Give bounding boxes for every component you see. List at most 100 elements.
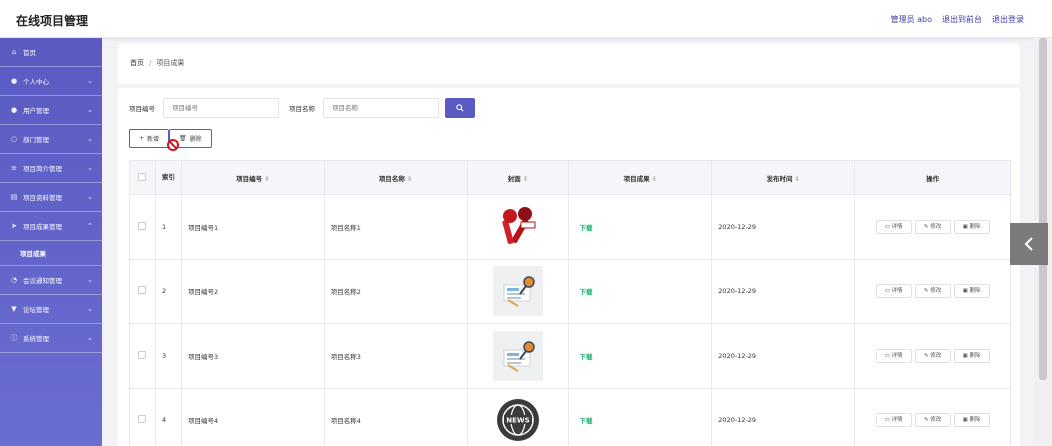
news-globe-icon[interactable]: NEWS xyxy=(493,395,543,445)
delete-row-button[interactable]: ▣ 删除 xyxy=(953,219,990,234)
sidebar-item-project-results[interactable]: ➤ 项目成果管理 ⌃ xyxy=(0,212,102,241)
sidebar-item-project-materials[interactable]: ▤ 项目资料管理 ⌄ xyxy=(0,183,102,212)
detail-label: 详情 xyxy=(891,352,903,359)
chevron-down-icon: ⌄ xyxy=(87,193,93,201)
row-operations: ▭ 详情 ✎ 修改 ▣ 删除 xyxy=(854,323,1011,389)
trash-icon: ▣ xyxy=(962,417,970,424)
table-row: 3 项目编号3 项目名称3 下载 2020-12-29 ▭ 详情 ✎ 修改 ▣ … xyxy=(129,323,1011,389)
row-checkbox[interactable] xyxy=(129,258,156,324)
back-to-frontend-link[interactable]: 退出到前台 xyxy=(942,14,982,25)
row-checkbox[interactable] xyxy=(129,323,156,389)
edit-button[interactable]: ✎ 修改 xyxy=(914,219,951,234)
sidebar-item-department-management[interactable]: ○ 部门管理 ⌄ xyxy=(0,125,102,154)
table-row: 4 项目编号4 项目名称4 NEWS 下载 2020-12-29 ▭ 详情 ✎ … xyxy=(129,387,1011,446)
chat-icon: ▼ xyxy=(11,305,17,313)
project-name-label: 项目名称 xyxy=(289,105,315,113)
delete-label: 删除 xyxy=(969,352,981,359)
sidebar-item-meeting-notice[interactable]: ◔ 会议通知管理 ⌄ xyxy=(0,266,102,295)
detail-label: 详情 xyxy=(891,288,903,295)
add-button[interactable]: + 新增 xyxy=(129,129,170,148)
svg-text:NEWS: NEWS xyxy=(506,417,529,425)
delete-row-button[interactable]: ▣ 删除 xyxy=(953,284,990,299)
newspaper-icon[interactable] xyxy=(493,266,544,317)
breadcrumb: 首页 / 项目成果 xyxy=(118,44,1020,84)
edit-button[interactable]: ✎ 修改 xyxy=(914,284,951,299)
header-operations: 操作 xyxy=(854,160,1011,195)
sidebar-item-home[interactable]: ⌂ 首页 xyxy=(0,38,102,67)
row-publish-time: 2020-12-29 xyxy=(711,387,856,446)
chevron-up-icon: ⌃ xyxy=(87,222,93,230)
delete-row-button[interactable]: ▣ 删除 xyxy=(953,348,990,363)
not-allowed-cursor-icon xyxy=(167,139,179,151)
logout-link[interactable]: 退出登录 xyxy=(992,14,1024,25)
table-header-row: 索引 项目编号 ⇕ 项目名称 ⇕ 封面 ⇕ 项目成果 ⇕ 发布时间 ⇕ 操作 xyxy=(129,160,1011,195)
header-label: 项目成果 xyxy=(623,174,650,183)
download-link[interactable]: 下载 xyxy=(579,353,592,361)
select-all-checkbox[interactable] xyxy=(129,160,156,195)
sidebar-item-label: 论坛管理 xyxy=(23,306,49,314)
row-publish-time: 2020-12-29 xyxy=(711,194,856,260)
delete-label: 删除 xyxy=(969,417,981,424)
edit-button[interactable]: ✎ 修改 xyxy=(914,348,951,363)
header-publish-time[interactable]: 发布时间 ⇕ xyxy=(711,160,856,195)
sidebar-item-label: 部门管理 xyxy=(23,136,49,144)
admin-user-link[interactable]: 管理员 abo xyxy=(891,14,932,25)
row-cover xyxy=(466,258,570,324)
list-icon: ≡ xyxy=(11,164,17,172)
collapse-panel-button[interactable] xyxy=(1010,223,1048,265)
sidebar-subitem-project-results[interactable]: 项目成果 xyxy=(0,241,102,266)
header-index: 索引 xyxy=(154,160,182,195)
project-name-input[interactable] xyxy=(323,98,439,118)
header-label: 项目名称 xyxy=(378,174,405,183)
sidebar-item-personal-center[interactable]: ● 个人中心 ⌄ xyxy=(0,67,102,96)
info-icon: ⓘ xyxy=(10,334,18,342)
row-checkbox[interactable] xyxy=(129,194,156,260)
row-checkbox[interactable] xyxy=(129,387,156,446)
newspaper-icon[interactable] xyxy=(493,330,544,381)
trash-icon: ▣ xyxy=(962,352,970,359)
user-icon: ● xyxy=(10,77,18,85)
sidebar-item-user-management[interactable]: ● 用户管理 ⌄ xyxy=(0,96,102,125)
detail-button[interactable]: ▭ 详情 xyxy=(875,413,912,428)
detail-button[interactable]: ▭ 详情 xyxy=(875,348,912,363)
download-link[interactable]: 下载 xyxy=(579,288,592,296)
delete-row-button[interactable]: ▣ 删除 xyxy=(953,413,990,428)
sidebar-item-system[interactable]: ⓘ 系统管理 ⌄ xyxy=(0,324,102,353)
project-number-input[interactable] xyxy=(163,98,279,118)
sort-icon: ⇕ xyxy=(651,174,658,183)
download-link[interactable]: 下载 xyxy=(579,417,592,425)
search-row: 项目编号 项目名称 xyxy=(129,98,475,118)
header-project-result[interactable]: 项目成果 ⇕ xyxy=(568,160,713,195)
clock-icon: ◔ xyxy=(10,276,18,284)
delete-label: 删除 xyxy=(969,223,981,230)
sidebar-item-label: 项目资料管理 xyxy=(23,194,62,202)
row-project-name: 项目名称2 xyxy=(323,258,468,324)
header-project-number[interactable]: 项目编号 ⇕ xyxy=(180,160,325,195)
table-row: 2 项目编号2 项目名称2 下载 2020-12-29 ▭ 详情 ✎ 修改 ▣ … xyxy=(129,258,1011,324)
breadcrumb-current: 项目成果 xyxy=(156,59,185,67)
microphone-icon[interactable] xyxy=(493,202,543,252)
row-result: 下载 xyxy=(568,323,713,389)
row-operations: ▭ 详情 ✎ 修改 ▣ 删除 xyxy=(854,387,1011,446)
row-result: 下载 xyxy=(568,194,713,260)
breadcrumb-home[interactable]: 首页 xyxy=(130,59,144,67)
top-bar: 在线项目管理 管理员 abo 退出到前台 退出登录 xyxy=(0,0,1052,38)
search-button[interactable] xyxy=(445,98,475,118)
breadcrumb-separator: / xyxy=(149,59,152,67)
row-operations: ▭ 详情 ✎ 修改 ▣ 删除 xyxy=(854,194,1011,260)
edit-button[interactable]: ✎ 修改 xyxy=(914,413,951,428)
header-cover[interactable]: 封面 ⇕ xyxy=(466,160,570,195)
row-project-name: 项目名称1 xyxy=(323,194,468,260)
results-table: 索引 项目编号 ⇕ 项目名称 ⇕ 封面 ⇕ 项目成果 ⇕ 发布时间 ⇕ 操作 1 项目编号… xyxy=(129,160,1011,446)
header-project-name[interactable]: 项目名称 ⇕ xyxy=(323,160,468,195)
sidebar-item-project-intro[interactable]: ≡ 项目简介管理 ⌄ xyxy=(0,154,102,183)
search-icon xyxy=(456,104,464,112)
scrollbar-thumb[interactable] xyxy=(1039,38,1047,380)
add-button-label: 新增 xyxy=(147,136,160,143)
download-link[interactable]: 下载 xyxy=(579,224,592,232)
detail-button[interactable]: ▭ 详情 xyxy=(875,219,912,234)
sidebar-item-forum[interactable]: ▼ 论坛管理 ⌄ xyxy=(0,295,102,324)
detail-button[interactable]: ▭ 详情 xyxy=(875,284,912,299)
row-project-number: 项目编号4 xyxy=(180,387,325,446)
checkbox-icon xyxy=(138,350,147,359)
